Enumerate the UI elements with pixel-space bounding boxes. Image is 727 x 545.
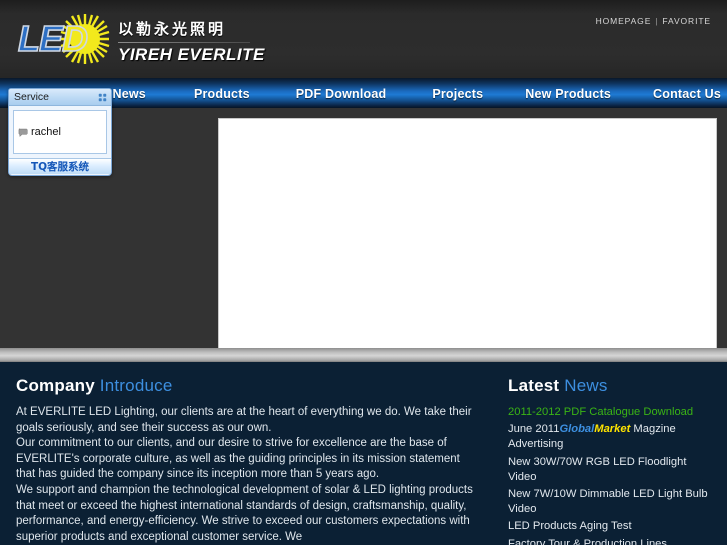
section-divider <box>0 348 727 362</box>
top-utility-links: HOMEPAGE | FAVORITE <box>596 16 711 26</box>
logo-letter-l: L <box>17 18 41 59</box>
service-chat-widget[interactable]: Service rachel TQ客服系统 <box>8 88 112 176</box>
top-links-separator: | <box>655 16 659 26</box>
service-widget-title: Service <box>14 91 50 103</box>
logo-mark: LED <box>17 12 110 66</box>
chat-agent-icon <box>18 128 28 137</box>
company-paragraph-2: Our commitment to our clients, and our d… <box>16 437 460 481</box>
company-introduce-section: Company Introduce At EVERLITE LED Lighti… <box>0 376 500 545</box>
favorite-link[interactable]: FAVORITE <box>662 16 711 26</box>
banner-image-placeholder[interactable] <box>218 118 717 348</box>
news-list: 2011-2012 PDF Catalogue Download June 20… <box>508 405 717 545</box>
news-heading-word-1: Latest <box>508 376 560 395</box>
service-widget-titlebar[interactable]: Service <box>9 89 111 106</box>
nav-item-projects[interactable]: Projects <box>426 87 489 101</box>
nav-item-news[interactable]: News <box>106 87 151 101</box>
news-brand-global: Global <box>559 423 595 436</box>
news-item-bulb-video[interactable]: New 7W/10W Dimmable LED Light Bulb Video <box>508 487 717 517</box>
service-widget-footer[interactable]: TQ客服系统 <box>9 158 111 174</box>
site-logo[interactable]: LED 以勒永光照明 YIREH EVERLITE <box>17 12 265 66</box>
logo-wordmark: 以勒永光照明 YIREH EVERLITE <box>118 14 265 65</box>
logo-led-text: LED <box>17 18 89 59</box>
nav-item-new-products[interactable]: New Products <box>519 87 617 101</box>
move-icon[interactable] <box>98 93 107 102</box>
company-heading-word-2: Introduce <box>99 376 173 395</box>
site-header: LED 以勒永光照明 YIREH EVERLITE HOMEPAGE | FAVOR… <box>0 0 727 78</box>
service-agent-name: rachel <box>31 126 61 138</box>
lower-content: Company Introduce At EVERLITE LED Lighti… <box>0 362 727 545</box>
service-agent-item[interactable]: rachel <box>18 126 61 138</box>
latest-news-heading: Latest News <box>508 376 717 396</box>
news-item-globalmarket[interactable]: June 2011GlobalMarket Magzine Advertisin… <box>508 422 717 452</box>
tq-service-label: TQ客服系统 <box>30 161 90 173</box>
company-paragraph-3: We support and champion the technologica… <box>16 483 473 543</box>
logo-letter-e: E <box>38 18 64 59</box>
news-brand-market: Market <box>594 423 631 436</box>
company-paragraph-1: At EVERLITE LED Lighting, our clients ar… <box>16 406 472 434</box>
news-item-catalogue[interactable]: 2011-2012 PDF Catalogue Download <box>508 405 717 420</box>
company-introduce-heading: Company Introduce <box>16 376 482 396</box>
news-item-aging-test[interactable]: LED Products Aging Test <box>508 519 717 534</box>
logo-divider-rule <box>118 41 250 43</box>
latest-news-section: Latest News 2011-2012 PDF Catalogue Down… <box>500 376 727 545</box>
news-item-globalmarket-pre: June 2011 <box>508 423 560 436</box>
nav-item-products[interactable]: Products <box>188 87 256 101</box>
news-heading-word-2: News <box>564 376 608 395</box>
news-item-floodlight-video[interactable]: New 30W/70W RGB LED Floodlight Video <box>508 455 717 485</box>
homepage-link[interactable]: HOMEPAGE <box>596 16 652 26</box>
logo-letter-d: D <box>61 18 89 59</box>
news-item-factory-tour[interactable]: Factory Tour & Production Lines <box>508 537 717 545</box>
service-agent-list: rachel <box>13 110 107 154</box>
logo-chinese-name: 以勒永光照明 <box>118 19 227 38</box>
nav-item-contact-us[interactable]: Contact Us <box>647 87 727 101</box>
logo-english-name: YIREH EVERLITE <box>118 44 265 64</box>
nav-item-pdf-download[interactable]: PDF Download <box>290 87 393 101</box>
company-heading-word-1: Company <box>16 376 95 395</box>
